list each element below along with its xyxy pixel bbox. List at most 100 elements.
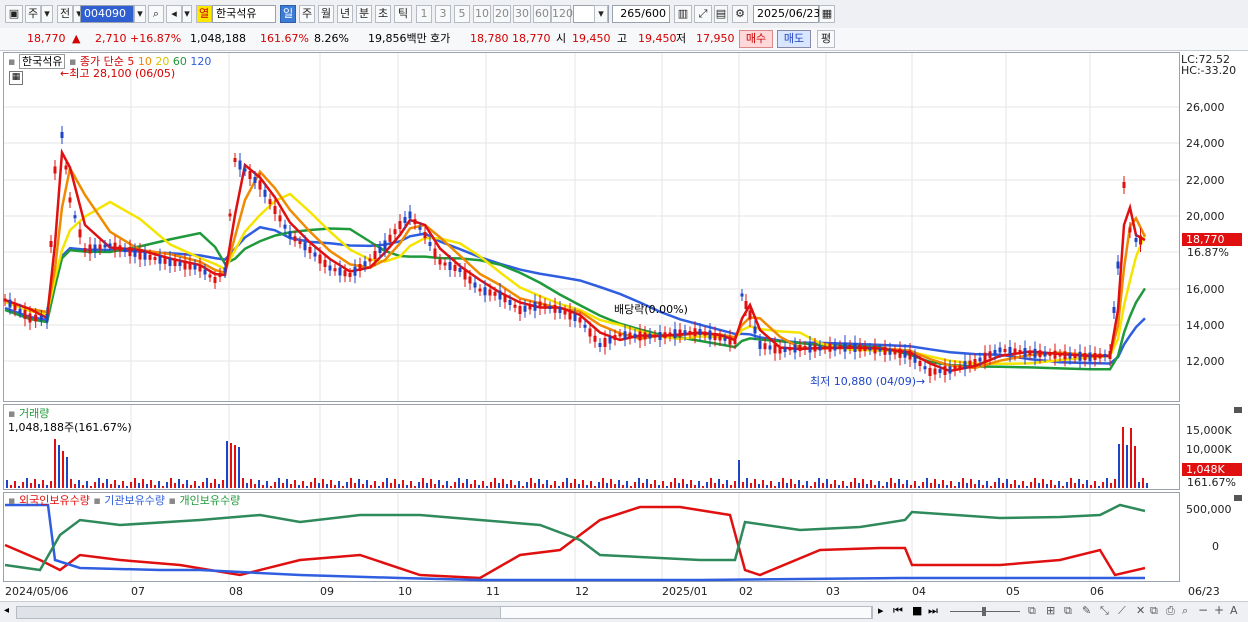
volume-bar xyxy=(166,482,168,488)
candle-body xyxy=(223,267,227,273)
high-note-text: 최고 28,100 (06/05) xyxy=(69,67,176,80)
volume-bar xyxy=(994,482,996,488)
volume-bar xyxy=(422,478,424,488)
stock-label[interactable]: 한국석유 xyxy=(18,54,66,69)
panel-close-icon[interactable] xyxy=(1234,495,1242,501)
zoom-search-icon[interactable]: ⌕ xyxy=(1182,604,1188,618)
candle-body xyxy=(808,343,812,353)
candle-body xyxy=(1068,352,1072,359)
volume-bar xyxy=(1090,485,1092,488)
candle-body xyxy=(1043,351,1047,357)
candle-body xyxy=(828,343,832,352)
candle-body xyxy=(1116,261,1120,269)
panel-close-icon[interactable] xyxy=(1234,407,1242,413)
volume-bar xyxy=(390,483,392,488)
candle-body xyxy=(608,336,612,344)
candle-body xyxy=(13,304,17,311)
volume-bar xyxy=(1046,484,1048,488)
volume-bar xyxy=(746,478,748,488)
scroll-thumb[interactable] xyxy=(500,606,872,619)
stop-icon[interactable]: ■ xyxy=(912,604,922,617)
draw-icon[interactable]: ✎ xyxy=(1082,604,1091,617)
candle-body xyxy=(1128,227,1132,233)
candle-body xyxy=(1018,350,1022,354)
zoom-slider-handle[interactable] xyxy=(982,607,986,616)
volume-bar xyxy=(182,484,184,488)
image-icon[interactable]: ⧉ xyxy=(1150,604,1158,618)
cross-icon[interactable]: ✕ xyxy=(1136,604,1145,617)
y-tick-12000: 12,000 xyxy=(1186,355,1225,368)
auto-scale-icon[interactable]: A xyxy=(1230,604,1238,617)
candle-body xyxy=(218,273,222,277)
candle-body xyxy=(913,355,917,363)
scroll-right-icon[interactable]: ▸ xyxy=(878,604,884,617)
foreign-holding-label[interactable]: 외국인보유수량 xyxy=(19,494,90,507)
volume-bar xyxy=(474,480,476,488)
candle-body xyxy=(183,260,187,270)
volume-bar xyxy=(370,485,372,488)
candle-body xyxy=(34,314,38,322)
candle-body xyxy=(648,333,652,339)
table-icon[interactable]: ▦ xyxy=(9,71,23,85)
candle-body xyxy=(288,231,292,239)
volume-bar xyxy=(150,480,152,488)
volume-bar xyxy=(362,484,364,488)
volume-bar xyxy=(1094,481,1096,488)
tool-icon[interactable]: ⤡ xyxy=(1100,604,1109,618)
candle-body xyxy=(1088,352,1092,362)
first-page-icon[interactable]: ⏮ xyxy=(893,604,903,618)
volume-bar xyxy=(986,481,988,488)
volume-bar xyxy=(518,481,520,488)
candle-body xyxy=(173,260,177,266)
volume-bar xyxy=(818,478,820,488)
volume-bar xyxy=(26,478,28,488)
print-icon[interactable]: ⎙ xyxy=(1166,604,1175,618)
x-label-06: 06 xyxy=(1090,585,1104,598)
volume-bar xyxy=(894,483,896,488)
candle-body xyxy=(268,199,272,205)
volume-bar xyxy=(1098,486,1100,488)
candle-body xyxy=(803,346,807,350)
volume-bar xyxy=(614,484,616,488)
volume-bar xyxy=(190,485,192,488)
candle-body xyxy=(998,347,1002,353)
candle-body xyxy=(348,273,352,277)
individual-holding-label[interactable]: 개인보유수량 xyxy=(179,494,240,507)
zoom-in-icon[interactable]: + xyxy=(1214,603,1224,617)
candle-body xyxy=(793,344,797,353)
volume-bar xyxy=(234,445,236,488)
layout-icon[interactable]: ⧉ xyxy=(1028,604,1036,618)
candle-body xyxy=(723,337,727,341)
candle-body xyxy=(453,265,457,271)
candle-body xyxy=(1013,348,1017,355)
institution-holding-label[interactable]: 기관보유수량 xyxy=(104,494,165,507)
x-label-12: 12 xyxy=(575,585,589,598)
volume-bar xyxy=(886,482,888,488)
volume-bar xyxy=(98,478,100,488)
volume-bar xyxy=(590,481,592,488)
zoom-out-icon[interactable]: − xyxy=(1198,603,1208,617)
volume-bar xyxy=(974,484,976,488)
scroll-left-icon[interactable]: ◂ xyxy=(4,605,9,616)
y-tick-20000: 20,000 xyxy=(1186,210,1225,223)
volume-bar xyxy=(810,486,812,488)
volume-bar xyxy=(602,478,604,488)
candle-body xyxy=(1053,350,1057,359)
candle-body xyxy=(388,234,392,242)
last-page-icon[interactable]: ⏭ xyxy=(928,604,938,618)
copy-icon[interactable]: ⧉ xyxy=(1064,604,1072,618)
candle-body xyxy=(378,247,382,253)
volume-bar xyxy=(682,479,684,488)
volume-bar xyxy=(618,480,620,488)
volume-bar xyxy=(558,486,560,488)
trend-icon[interactable]: ⟋ xyxy=(1118,604,1126,618)
volume-bar xyxy=(874,485,876,488)
grid-icon[interactable]: ⊞ xyxy=(1046,604,1055,617)
last-pct: 16.87% xyxy=(1187,246,1229,259)
candle-body xyxy=(958,365,962,369)
volume-bar xyxy=(514,485,516,488)
candle-body xyxy=(138,250,142,260)
candle-body xyxy=(1078,351,1082,361)
candle-body xyxy=(1122,182,1126,188)
volume-bar xyxy=(406,485,408,488)
